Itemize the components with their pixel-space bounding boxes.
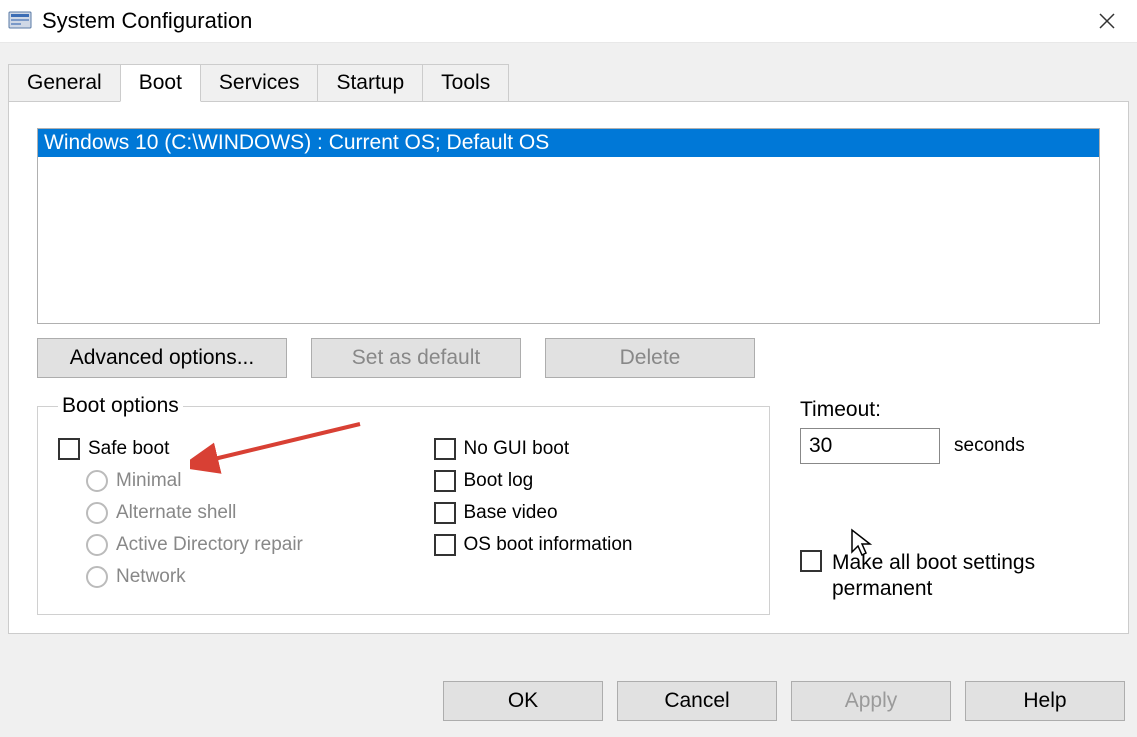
timeout-unit: seconds xyxy=(954,435,1025,457)
base-video-label: Base video xyxy=(464,502,558,524)
os-list[interactable]: Windows 10 (C:\WINDOWS) : Current OS; De… xyxy=(37,128,1100,324)
alternate-shell-label: Alternate shell xyxy=(116,502,236,524)
ad-repair-label: Active Directory repair xyxy=(116,534,303,556)
cancel-button[interactable]: Cancel xyxy=(617,681,777,721)
os-buttons-row: Advanced options... Set as default Delet… xyxy=(37,338,1100,378)
tab-services[interactable]: Services xyxy=(200,64,319,102)
minimal-label: Minimal xyxy=(116,470,181,492)
tab-boot[interactable]: Boot xyxy=(120,64,201,102)
tab-tools[interactable]: Tools xyxy=(422,64,509,102)
tab-startup[interactable]: Startup xyxy=(317,64,423,102)
timeout-input[interactable] xyxy=(800,428,940,464)
boot-tab-panel: Windows 10 (C:\WINDOWS) : Current OS; De… xyxy=(8,101,1129,634)
content-area: General Boot Services Startup Tools Wind… xyxy=(0,42,1137,737)
network-option: Network xyxy=(86,566,374,588)
help-button[interactable]: Help xyxy=(965,681,1125,721)
ad-repair-radio xyxy=(86,534,108,556)
ad-repair-option: Active Directory repair xyxy=(86,534,374,556)
safe-boot-checkbox[interactable] xyxy=(58,438,80,460)
timeout-label: Timeout: xyxy=(800,398,1100,422)
alternate-shell-option: Alternate shell xyxy=(86,502,374,524)
ok-button[interactable]: OK xyxy=(443,681,603,721)
apply-button: Apply xyxy=(791,681,951,721)
boot-options-col-left: Safe boot Minimal Alternate shell A xyxy=(58,430,374,598)
delete-button: Delete xyxy=(545,338,755,378)
make-permanent-option[interactable]: Make all boot settings permanent xyxy=(800,550,1100,603)
timeout-panel: Timeout: seconds Make all boot settings … xyxy=(800,394,1100,615)
no-gui-boot-label: No GUI boot xyxy=(464,438,570,460)
make-permanent-checkbox[interactable] xyxy=(800,550,822,572)
close-button[interactable] xyxy=(1077,0,1137,42)
base-video-checkbox[interactable] xyxy=(434,502,456,524)
boot-options-col-right: No GUI boot Boot log Base video OS xyxy=(434,430,750,598)
minimal-radio xyxy=(86,470,108,492)
dialog-buttons: OK Cancel Apply Help xyxy=(443,681,1125,721)
app-icon xyxy=(8,9,32,33)
network-radio xyxy=(86,566,108,588)
boot-log-option[interactable]: Boot log xyxy=(434,470,750,492)
safe-boot-option[interactable]: Safe boot xyxy=(58,438,374,460)
no-gui-boot-option[interactable]: No GUI boot xyxy=(434,438,750,460)
make-permanent-label: Make all boot settings permanent xyxy=(832,550,1100,603)
tab-strip: General Boot Services Startup Tools xyxy=(8,63,1129,101)
os-list-item[interactable]: Windows 10 (C:\WINDOWS) : Current OS; De… xyxy=(38,129,1099,157)
os-boot-info-option[interactable]: OS boot information xyxy=(434,534,750,556)
boot-options-group: Boot options Safe boot Minimal xyxy=(37,394,770,615)
window-title: System Configuration xyxy=(42,8,252,34)
title-bar: System Configuration xyxy=(0,0,1137,42)
os-boot-info-checkbox[interactable] xyxy=(434,534,456,556)
boot-log-checkbox[interactable] xyxy=(434,470,456,492)
os-boot-info-label: OS boot information xyxy=(464,534,633,556)
safe-boot-label: Safe boot xyxy=(88,438,169,460)
lower-row: Boot options Safe boot Minimal xyxy=(37,394,1100,615)
alternate-shell-radio xyxy=(86,502,108,524)
minimal-option: Minimal xyxy=(86,470,374,492)
boot-log-label: Boot log xyxy=(464,470,534,492)
base-video-option[interactable]: Base video xyxy=(434,502,750,524)
network-label: Network xyxy=(116,566,186,588)
boot-options-legend: Boot options xyxy=(58,394,183,418)
set-as-default-button: Set as default xyxy=(311,338,521,378)
advanced-options-button[interactable]: Advanced options... xyxy=(37,338,287,378)
no-gui-boot-checkbox[interactable] xyxy=(434,438,456,460)
tab-general[interactable]: General xyxy=(8,64,121,102)
